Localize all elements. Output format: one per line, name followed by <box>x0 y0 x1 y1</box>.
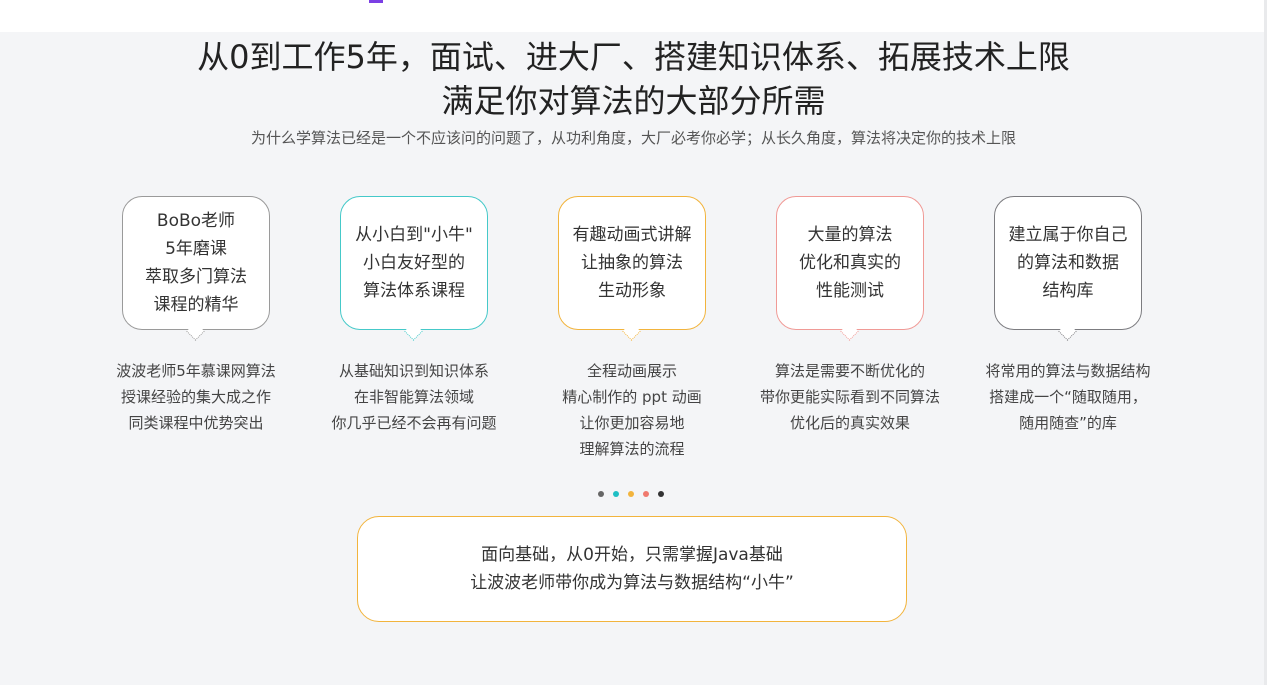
feature-bubble-text: BoBo老师 5年磨课 萃取多门算法 课程的精华 <box>145 211 247 315</box>
feature-bubble-text: 有趣动画式讲解 让抽象的算法 生动形象 <box>572 225 692 301</box>
feature-description: 全程动画展示 精心制作的 ppt 动画 让你更加容易地 理解算法的流程 <box>562 362 702 458</box>
feature-bubble-text: 建立属于你自己 的算法和数据 结构库 <box>1008 225 1128 301</box>
feature-speech-bubble: 建立属于你自己 的算法和数据 结构库 <box>994 196 1142 330</box>
hero-subtitle: 为什么学算法已经是一个不应该问的问题了，从功利角度，大厂必考你必学；从长久角度，… <box>250 129 1016 147</box>
feature-speech-bubble: 大量的算法 优化和真实的 性能测试 <box>776 196 924 330</box>
hero-title-line2: 满足你对算法的大部分所需 <box>441 82 826 120</box>
nav-active-indicator <box>369 0 383 3</box>
carousel-dot[interactable] <box>598 491 604 497</box>
feature-bubble-text: 从小白到"小牛" 小白友好型的 算法体系课程 <box>355 225 473 301</box>
carousel-dot[interactable] <box>628 491 634 497</box>
callout-line2: 让波波老师带你成为算法与数据结构“小牛” <box>470 573 794 593</box>
feature-speech-bubble: 有趣动画式讲解 让抽象的算法 生动形象 <box>558 196 706 330</box>
carousel-dot[interactable] <box>613 491 619 497</box>
feature-description: 算法是需要不断优化的 带你更能实际看到不同算法 优化后的真实效果 <box>759 362 940 432</box>
feature-speech-bubble: BoBo老师 5年磨课 萃取多门算法 课程的精华 <box>122 196 270 330</box>
feature-description: 将常用的算法与数据结构 搭建成一个“随取随用， 随用随查”的库 <box>985 362 1151 432</box>
feature-description: 波波老师5年慕课网算法 授课经验的集大成之作 同类课程中优势突出 <box>116 362 276 432</box>
carousel-dot[interactable] <box>643 491 649 497</box>
callout-line1: 面向基础，从0开始，只需掌握Java基础 <box>481 545 783 565</box>
feature-bubble-text: 大量的算法 优化和真实的 性能测试 <box>799 225 901 301</box>
carousel-dot[interactable] <box>658 491 664 497</box>
carousel-dots <box>598 491 664 499</box>
feature-description: 从基础知识到知识体系 在非智能算法领域 你几乎已经不会再有问题 <box>331 362 497 432</box>
feature-speech-bubble: 从小白到"小牛" 小白友好型的 算法体系课程 <box>340 196 488 330</box>
top-nav-bar <box>0 0 1267 32</box>
callout-box: 面向基础，从0开始，只需掌握Java基础 让波波老师带你成为算法与数据结构“小牛… <box>357 516 907 622</box>
hero-title-line1: 从0到工作5年，面试、进大厂、搭建知识体系、拓展技术上限 <box>197 38 1070 76</box>
